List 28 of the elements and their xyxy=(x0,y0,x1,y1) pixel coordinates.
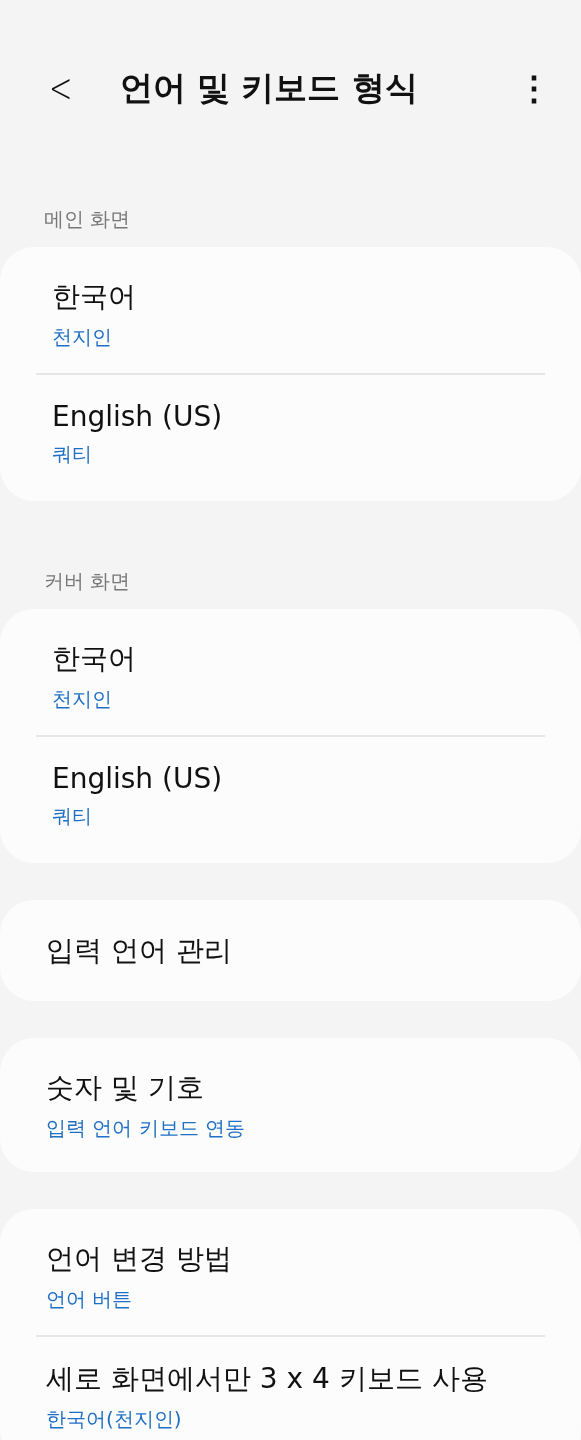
item-subtitle: 한국어(천지인) xyxy=(46,1405,183,1433)
settings-item[interactable]: 입력 언어 관리 xyxy=(0,908,581,993)
settings-item[interactable]: 한국어 천지인 xyxy=(0,255,581,373)
item-subtitle: 쿼티 xyxy=(52,803,93,830)
item-subtitle: 입력 언어 키보드 연동 xyxy=(46,1114,247,1142)
settings-item[interactable]: 숫자 및 기호 입력 언어 키보드 연동 xyxy=(0,1046,581,1164)
more-options-button[interactable]: ⋮ xyxy=(507,68,561,108)
item-subtitle: 쿼티 xyxy=(52,441,93,468)
item-title: 한국어 xyxy=(52,278,137,315)
item-title: English (US) xyxy=(52,762,224,795)
item-subtitle: 언어 버튼 xyxy=(46,1285,134,1313)
item-title: 언어 변경 방법 xyxy=(46,1240,233,1277)
item-subtitle: 천지인 xyxy=(52,323,113,351)
item-title: 숫자 및 기호 xyxy=(46,1069,205,1106)
settings-item[interactable]: English (US) 쿼티 xyxy=(0,375,581,493)
back-button[interactable]: < xyxy=(43,65,79,111)
item-title: 한국어 xyxy=(52,640,137,677)
section-header: 커버 화면 xyxy=(43,568,132,595)
section-header: 메인 화면 xyxy=(43,206,132,233)
settings-item[interactable]: 세로 화면에서만 3 x 4 키보드 사용 한국어(천지인) xyxy=(0,1337,581,1440)
settings-item[interactable]: 언어 변경 방법 언어 버튼 xyxy=(0,1217,581,1335)
item-title: 세로 화면에서만 3 x 4 키보드 사용 xyxy=(46,1360,489,1397)
item-title: English (US) xyxy=(52,400,224,433)
settings-item[interactable]: 한국어 천지인 xyxy=(0,617,581,735)
item-subtitle: 천지인 xyxy=(52,685,113,713)
item-title: 입력 언어 관리 xyxy=(46,932,233,969)
settings-item[interactable]: English (US) 쿼티 xyxy=(0,737,581,855)
page-title: 언어 및 키보드 형식 xyxy=(119,66,419,109)
